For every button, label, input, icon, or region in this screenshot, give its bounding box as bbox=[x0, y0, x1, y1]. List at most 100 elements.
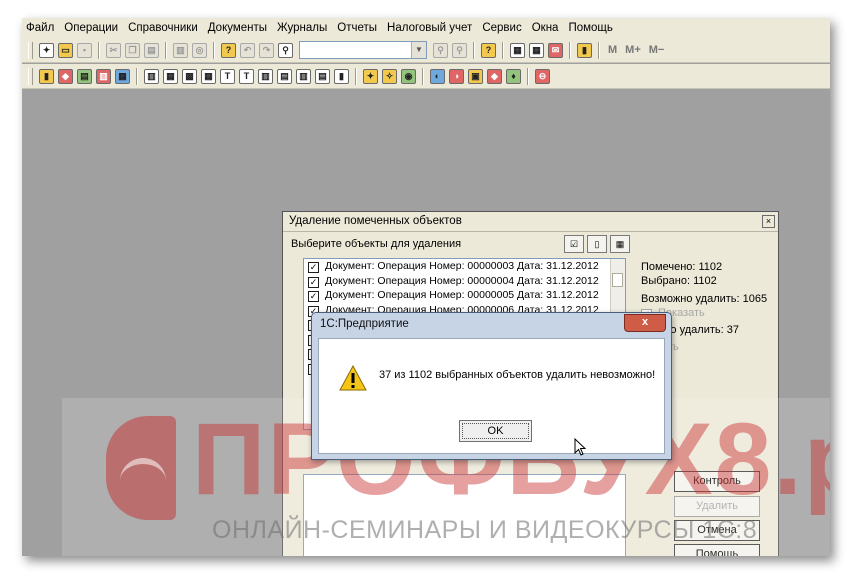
report-9-icon[interactable]: ▥ bbox=[296, 68, 311, 84]
dialog-body: 37 из 1102 выбранных объектов удалить не… bbox=[318, 338, 665, 454]
cut-icon[interactable]: ✂ bbox=[106, 42, 121, 58]
analysis-1-icon[interactable]: ✦ bbox=[363, 68, 378, 84]
report-8-icon[interactable]: ▤ bbox=[277, 68, 292, 84]
help-button[interactable]: Помощь bbox=[674, 544, 760, 556]
menu-bar: Файл Операции Справочники Документы Журн… bbox=[22, 18, 830, 39]
report-11-icon[interactable]: ▮ bbox=[334, 68, 349, 84]
transactions-icon[interactable]: ▥ bbox=[96, 68, 111, 84]
list-item-text: Документ: Операция Номер: 00000004 Дата:… bbox=[325, 274, 599, 287]
chart-of-accounts-icon[interactable]: ▮ bbox=[39, 68, 54, 84]
toolbar-separator bbox=[165, 41, 167, 59]
selected-count: Выбрано: 1102 bbox=[641, 275, 717, 287]
close-icon[interactable]: × bbox=[762, 215, 775, 228]
memory-add-button[interactable]: M+ bbox=[625, 44, 641, 56]
checkbox[interactable]: ✓ bbox=[308, 276, 319, 288]
menu-documents[interactable]: Документы bbox=[203, 18, 272, 38]
memory-button[interactable]: M bbox=[608, 44, 617, 56]
tool-3-icon[interactable]: ▣ bbox=[468, 68, 483, 84]
help-question-icon[interactable]: ? bbox=[481, 42, 496, 58]
copy-icon[interactable]: ❐ bbox=[125, 42, 140, 58]
tool-2-icon[interactable]: ◑ bbox=[449, 68, 464, 84]
report-4-icon[interactable]: ▦ bbox=[201, 68, 216, 84]
toolbar-separator bbox=[473, 41, 475, 59]
ok-button[interactable]: OK bbox=[459, 420, 532, 442]
toolbar-separator bbox=[598, 41, 600, 59]
constants-icon[interactable]: ▦ bbox=[115, 68, 130, 84]
report-10-icon[interactable]: ▤ bbox=[315, 68, 330, 84]
find-binoculars-icon[interactable]: ⚲ bbox=[278, 42, 293, 58]
analysis-2-icon[interactable]: ✧ bbox=[382, 68, 397, 84]
toolbar-separator bbox=[213, 41, 215, 59]
find-next-icon[interactable]: ⚲ bbox=[433, 42, 448, 58]
undo-icon[interactable]: ↶ bbox=[240, 42, 255, 58]
find-previous-icon[interactable]: ⚲ bbox=[452, 42, 467, 58]
toolbar-grip[interactable] bbox=[28, 67, 33, 85]
report-1-icon[interactable]: ▥ bbox=[144, 68, 159, 84]
scrollbar-thumb[interactable] bbox=[612, 273, 623, 287]
checkbox[interactable]: ✓ bbox=[308, 291, 319, 302]
menu-tax-accounting[interactable]: Налоговый учет bbox=[382, 18, 477, 38]
report-7-icon[interactable]: ▥ bbox=[258, 68, 273, 84]
checkbox[interactable]: ✓ bbox=[308, 262, 319, 273]
report-3-icon[interactable]: ▩ bbox=[182, 68, 197, 84]
tool-4-icon[interactable]: ◆ bbox=[487, 68, 502, 84]
control-button[interactable]: Контроль bbox=[674, 471, 760, 492]
list-item[interactable]: ✓ Документ: Операция Номер: 00000005 Дата… bbox=[304, 288, 625, 303]
tool-5-icon[interactable]: ♦ bbox=[506, 68, 521, 84]
standard-toolbar: ✦ ▭ ▪ ✂ ❐ ▤ ▥ ◎ ? ↶ ↷ ⚲ ▼ ⚲ ⚲ ? ▦ ▦ ✉ ▮ … bbox=[22, 38, 830, 63]
check-all-icon[interactable]: ☑ bbox=[564, 235, 584, 253]
report-6-icon[interactable]: T bbox=[239, 68, 254, 84]
list-item[interactable]: ✓ Документ: Операция Номер: 00000004 Дата… bbox=[304, 274, 625, 289]
dialog-message: 37 из 1102 выбранных объектов удалить не… bbox=[379, 369, 656, 381]
tool-1-icon[interactable]: ◐ bbox=[430, 68, 445, 84]
cancel-button[interactable]: Отмена bbox=[674, 520, 760, 541]
properties-icon[interactable]: ? bbox=[221, 42, 236, 58]
focus-ring bbox=[462, 423, 529, 439]
save-icon[interactable]: ▪ bbox=[77, 42, 92, 58]
toolbar-separator bbox=[502, 41, 504, 59]
marked-count: Помечено: 1102 bbox=[641, 261, 723, 273]
journal-icon[interactable]: ▤ bbox=[77, 68, 92, 84]
search-combo[interactable]: ▼ bbox=[299, 41, 427, 59]
stop-icon[interactable]: ⊖ bbox=[535, 68, 550, 84]
menu-file[interactable]: Файл bbox=[22, 18, 59, 38]
print-preview-icon[interactable]: ◎ bbox=[192, 42, 207, 58]
selection-buttons: ☑ ▯ ▦ bbox=[561, 235, 630, 253]
list-item[interactable]: ✓ Документ: Операция Номер: 00000003 Дата… bbox=[304, 259, 625, 274]
operations-icon[interactable]: ◆ bbox=[58, 68, 73, 84]
calendar-icon[interactable]: ▦ bbox=[529, 42, 544, 58]
chevron-down-icon[interactable]: ▼ bbox=[411, 42, 426, 58]
accounting-toolbar: ▮ ◆ ▤ ▥ ▦ ▥ ▦ ▩ ▦ T T ▥ ▤ ▥ ▤ ▮ ✦ ✧ ◉ ◐ … bbox=[22, 64, 830, 89]
book-icon[interactable]: ▮ bbox=[577, 42, 592, 58]
paste-icon[interactable]: ▤ bbox=[144, 42, 159, 58]
menu-help[interactable]: Помощь bbox=[563, 18, 617, 38]
message-window-icon[interactable]: ✉ bbox=[548, 42, 563, 58]
menu-windows[interactable]: Окна bbox=[527, 18, 564, 38]
menu-reports[interactable]: Отчеты bbox=[332, 18, 382, 38]
toolbar-separator bbox=[569, 41, 571, 59]
list-item-text: Документ: Операция Номер: 00000005 Дата:… bbox=[325, 289, 599, 301]
memory-subtract-button[interactable]: M− bbox=[649, 44, 665, 56]
toolbar-separator bbox=[355, 67, 357, 85]
details-area[interactable] bbox=[303, 474, 626, 556]
can-delete-count: Возможно удалить: 1065 bbox=[641, 293, 768, 305]
calculator-icon[interactable]: ▦ bbox=[510, 42, 525, 58]
application-frame: Файл Операции Справочники Документы Журн… bbox=[22, 18, 830, 556]
delete-button[interactable]: Удалить bbox=[674, 496, 760, 517]
menu-journals[interactable]: Журналы bbox=[272, 18, 332, 38]
report-5-icon[interactable]: T bbox=[220, 68, 235, 84]
tree-view-icon[interactable]: ▦ bbox=[610, 235, 630, 253]
dialog-title: 1С:Предприятие bbox=[312, 313, 671, 336]
print-icon[interactable]: ▥ bbox=[173, 42, 188, 58]
redo-icon[interactable]: ↷ bbox=[259, 42, 274, 58]
toolbar-grip[interactable] bbox=[28, 41, 33, 59]
menu-operations[interactable]: Операции bbox=[59, 18, 123, 38]
analysis-3-icon[interactable]: ◉ bbox=[401, 68, 416, 84]
dialog-close-button[interactable]: x bbox=[624, 314, 666, 332]
menu-service[interactable]: Сервис bbox=[477, 18, 526, 38]
uncheck-all-icon[interactable]: ▯ bbox=[587, 235, 607, 253]
new-document-icon[interactable]: ✦ bbox=[39, 42, 54, 58]
menu-references[interactable]: Справочники bbox=[123, 18, 203, 38]
open-folder-icon[interactable]: ▭ bbox=[58, 42, 73, 58]
report-2-icon[interactable]: ▦ bbox=[163, 68, 178, 84]
